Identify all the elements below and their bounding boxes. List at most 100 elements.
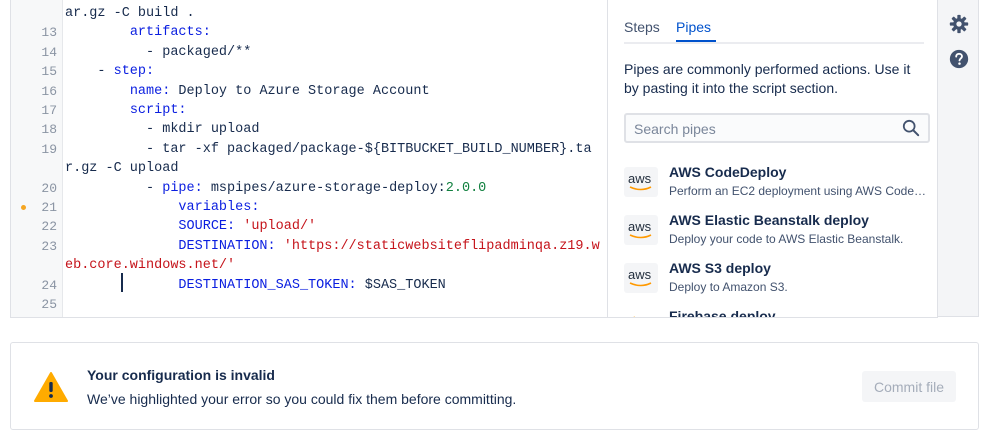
code-text: variables: (65, 198, 259, 217)
pipe-title: AWS CodeDeploy (669, 164, 787, 180)
line-number: 24 (41, 277, 57, 293)
help-icon[interactable] (949, 49, 969, 69)
code-token: - packaged/** (65, 44, 252, 60)
line-number: 15 (41, 64, 57, 80)
line-number: 25 (41, 297, 57, 312)
code-token: SOURCE: (178, 219, 236, 235)
code-token: 'https://staticwebsiteflipadminqa.z19.w (283, 238, 600, 254)
code-line[interactable]: 15 - step: (11, 62, 608, 81)
aws-logo-icon: aws (624, 215, 658, 245)
code-line[interactable]: ar.gz -C build . (11, 4, 608, 23)
pipe-description: Deploy your code to AWS Elastic Beanstal… (669, 232, 904, 246)
pipe-item-aws-codedeploy[interactable]: aws AWS CodeDeploy Perform an EC2 deploy… (624, 164, 934, 208)
code-line[interactable]: 18 - mkdir upload (11, 120, 608, 139)
code-text: - pipe: mspipes/azure-storage-deploy:2.0… (65, 179, 486, 198)
code-editor[interactable]: ar.gz -C build . 13 artifacts: 14 - packag… (10, 0, 608, 318)
code-token: DESTINATION_SAS_TOKEN: (178, 277, 357, 293)
code-token: script: (129, 103, 187, 118)
code-line[interactable]: r.gz -C upload (11, 159, 608, 178)
right-toolbar (937, 0, 979, 317)
warning-marker-icon[interactable] (21, 205, 26, 210)
code-token: - mkdir upload (65, 122, 260, 138)
pipe-item-aws-elastic-beanstalk[interactable]: aws AWS Elastic Beanstalk deploy Deploy … (624, 212, 934, 256)
code-line[interactable]: 19 - tar -xf packaged/package-${BITBUCKE… (11, 140, 608, 159)
code-text: script: (65, 101, 187, 120)
pipe-title: Firebase deploy (669, 308, 776, 318)
code-text: ar.gz -C build . (65, 4, 195, 23)
line-number: 21 (41, 200, 57, 215)
panel-tabs: Steps Pipes (624, 0, 924, 44)
line-number: 19 (41, 141, 57, 157)
line-number: 23 (41, 238, 57, 254)
code-token: - tar -xf packaged/package-${BITBUCKET_B… (65, 141, 592, 157)
code-token: name: (129, 83, 171, 99)
line-number: 20 (41, 180, 57, 196)
code-line[interactable]: 20 - pipe: mspipes/azure-storage-deploy:… (11, 179, 608, 198)
code-line[interactable]: 16 name: Deploy to Azure Storage Account (11, 82, 608, 101)
code-token: step: (113, 64, 155, 80)
code-text: artifacts: (65, 23, 211, 42)
code-token: pipe: (162, 180, 203, 196)
pipes-side-panel: Steps Pipes Pipes are commonly performed… (607, 0, 938, 318)
code-text: eb.core.windows.net/' (65, 256, 235, 275)
code-token: 2.0.0 (445, 180, 487, 196)
line-number: 14 (41, 44, 57, 60)
code-token: $SAS_TOKEN (356, 277, 446, 293)
code-text: - mkdir upload (65, 120, 259, 139)
code-text: - step: (65, 62, 154, 81)
code-area[interactable]: ar.gz -C build . 13 artifacts: 14 - packag… (11, 0, 608, 317)
code-line[interactable]: eb.core.windows.net/' (11, 256, 608, 275)
code-token: ar.gz -C build . (65, 6, 195, 21)
tab-pipes[interactable]: Pipes (676, 19, 711, 35)
pipe-title: AWS S3 deploy (669, 260, 771, 276)
code-text: - packaged/** (65, 43, 251, 62)
code-line[interactable]: 21 variables: (11, 198, 608, 217)
code-line[interactable]: 17 script: (11, 101, 608, 120)
pipes-description: Pipes are commonly performed actions. Us… (624, 61, 911, 96)
code-text: name: Deploy to Azure Storage Account (65, 82, 430, 101)
code-token: r.gz -C upload (65, 161, 179, 177)
code-token: - (65, 64, 114, 80)
commit-file-button[interactable]: Commit file (862, 371, 956, 402)
code-token: artifacts: (129, 25, 211, 41)
code-token: 'upload/' (243, 219, 317, 235)
line-number: 17 (41, 103, 57, 118)
firebase-logo-icon (633, 316, 635, 317)
code-token: - (65, 180, 163, 196)
text-cursor (121, 273, 123, 292)
code-line[interactable]: 22 SOURCE: 'upload/' (11, 217, 608, 236)
pipe-title: AWS Elastic Beanstalk deploy (669, 212, 869, 228)
code-line[interactable]: 24 DESTINATION_SAS_TOKEN: $SAS_TOKEN (11, 276, 608, 295)
pipe-description: Perform an EC2 deployment using AWS Code… (669, 184, 931, 198)
gear-icon[interactable] (949, 14, 969, 34)
line-number: 18 (41, 122, 57, 138)
code-token: variables: (178, 200, 260, 215)
search-icon[interactable] (902, 119, 920, 137)
code-line[interactable]: 23 DESTINATION: 'https://staticwebsitefl… (11, 237, 608, 256)
code-token: mspipes/azure-storage-deploy: (202, 180, 446, 196)
code-token: DESTINATION: (178, 238, 276, 254)
code-line[interactable]: 25 (11, 295, 608, 314)
aws-logo-icon: aws (624, 167, 658, 197)
aws-logo-icon: aws (624, 263, 658, 293)
search-pipes-input[interactable] (632, 118, 896, 140)
search-pipes-box[interactable] (624, 113, 930, 143)
code-line[interactable]: 14 - packaged/** (11, 43, 608, 62)
pipe-item-aws-s3-deploy[interactable]: aws AWS S3 deploy Deploy to Amazon S3. (624, 260, 934, 304)
error-message: We’ve highlighted your error so you coul… (87, 391, 517, 407)
code-text: SOURCE: 'upload/' (65, 217, 316, 236)
code-text: r.gz -C upload (65, 159, 178, 178)
line-number: 22 (41, 219, 57, 235)
code-text: - tar -xf packaged/package-${BITBUCKET_B… (65, 140, 592, 159)
line-number: 16 (41, 83, 57, 99)
code-line[interactable]: 13 artifacts: (11, 23, 608, 42)
pipe-item-firebase-deploy[interactable]: Firebase deploy (624, 308, 934, 318)
tab-steps[interactable]: Steps (624, 19, 660, 35)
code-text: DESTINATION: 'https://staticwebsiteflipa… (65, 237, 600, 256)
